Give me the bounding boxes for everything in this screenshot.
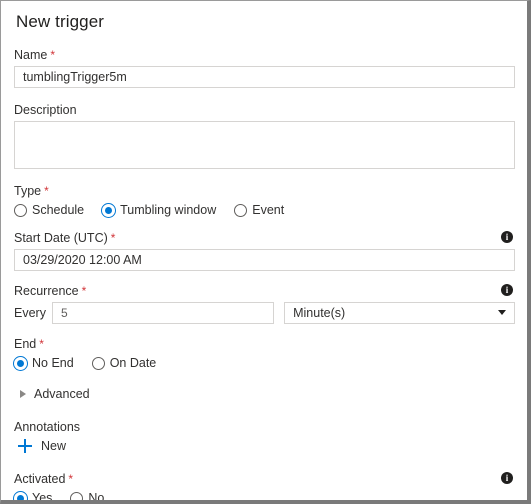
annotations-label: Annotations (14, 420, 81, 434)
advanced-expander[interactable]: Advanced (14, 387, 515, 401)
info-icon[interactable]: i (501, 472, 513, 484)
plus-icon (18, 439, 32, 453)
type-radio-tumbling-window[interactable]: Tumbling window (102, 202, 216, 218)
end-radio-group: No End On Date (14, 355, 515, 371)
name-input[interactable] (14, 66, 515, 88)
radio-mark-icon (70, 491, 84, 500)
start-date-input[interactable] (14, 249, 515, 271)
type-radio-schedule[interactable]: Schedule (14, 202, 84, 218)
end-label-row: End * (14, 336, 515, 352)
type-required-asterisk: * (44, 184, 49, 198)
annotations-section: Annotations New (14, 419, 515, 453)
description-textarea[interactable] (14, 121, 515, 169)
end-field-group: End * No End On Date (14, 336, 515, 371)
activated-radio-no-label: No (88, 491, 105, 504)
name-label: Name (14, 48, 48, 62)
every-label: Every (14, 306, 46, 320)
type-radio-event[interactable]: Event (234, 202, 284, 218)
recurrence-row: Every Minute(s) (14, 302, 515, 324)
recurrence-required-asterisk: * (81, 284, 87, 298)
name-field-group: Name * (14, 47, 515, 88)
recurrence-label-row: Recurrence * i (14, 283, 515, 299)
end-label: End (14, 337, 37, 351)
type-label-row: Type * (14, 183, 515, 199)
end-radio-no-end[interactable]: No End (14, 355, 74, 371)
start-date-label: Start Date (UTC) (14, 231, 108, 245)
type-radio-tumbling-window-label: Tumbling window (120, 203, 217, 217)
description-label-row: Description (14, 102, 515, 118)
add-annotation-label: New (41, 439, 67, 453)
recurrence-label: Recurrence (14, 284, 79, 298)
recurrence-unit-select[interactable]: Minute(s) (284, 302, 515, 324)
activated-radio-yes[interactable]: Yes (14, 490, 53, 504)
radio-mark-selected-icon (102, 203, 116, 217)
name-required-asterisk: * (50, 48, 56, 62)
start-date-required-asterisk: * (110, 231, 116, 245)
page-title: New trigger (16, 12, 105, 31)
add-annotation-button[interactable]: New (18, 439, 515, 453)
info-icon[interactable]: i (501, 284, 513, 296)
activated-radio-group: Yes No (14, 490, 515, 504)
start-date-label-row: Start Date (UTC) * i (14, 230, 515, 246)
type-radio-schedule-label: Schedule (32, 203, 85, 217)
type-radio-group: Schedule Tumbling window Event (14, 202, 515, 218)
description-label: Description (14, 103, 77, 117)
chevron-down-icon (498, 310, 506, 315)
new-trigger-panel: New trigger Name * Description Type * (0, 0, 531, 504)
end-radio-on-date[interactable]: On Date (91, 355, 157, 371)
type-field-group: Type * Schedule Tumbling window Event (14, 183, 515, 218)
activated-field-group: Activated * i Yes No (14, 471, 515, 504)
radio-mark-selected-icon (14, 356, 27, 370)
radio-mark-icon (14, 203, 27, 217)
start-date-field-group: Start Date (UTC) * i (14, 230, 515, 271)
description-field-group: Description (14, 102, 515, 169)
advanced-label: Advanced (34, 387, 90, 401)
radio-mark-icon (91, 356, 105, 370)
recurrence-field-group: Recurrence * i Every Minute(s) (14, 283, 515, 324)
radio-mark-selected-icon (14, 491, 27, 500)
end-radio-no-end-label: No End (32, 356, 74, 370)
radio-mark-icon (234, 203, 248, 217)
activated-required-asterisk: * (68, 472, 74, 486)
annotations-label-row: Annotations (14, 419, 515, 435)
activated-label-row: Activated * i (14, 471, 515, 487)
end-required-asterisk: * (39, 337, 44, 351)
name-label-row: Name * (14, 47, 515, 63)
type-radio-event-label: Event (252, 203, 285, 217)
chevron-right-icon (20, 390, 26, 398)
info-icon[interactable]: i (501, 231, 513, 243)
activated-label: Activated (14, 472, 66, 486)
recurrence-interval-input[interactable] (51, 302, 275, 324)
type-label: Type (14, 184, 42, 198)
activated-radio-yes-label: Yes (32, 491, 53, 504)
activated-radio-no[interactable]: No (70, 490, 105, 504)
end-radio-on-date-label: On Date (109, 356, 157, 370)
recurrence-unit-value: Minute(s) (293, 306, 346, 320)
